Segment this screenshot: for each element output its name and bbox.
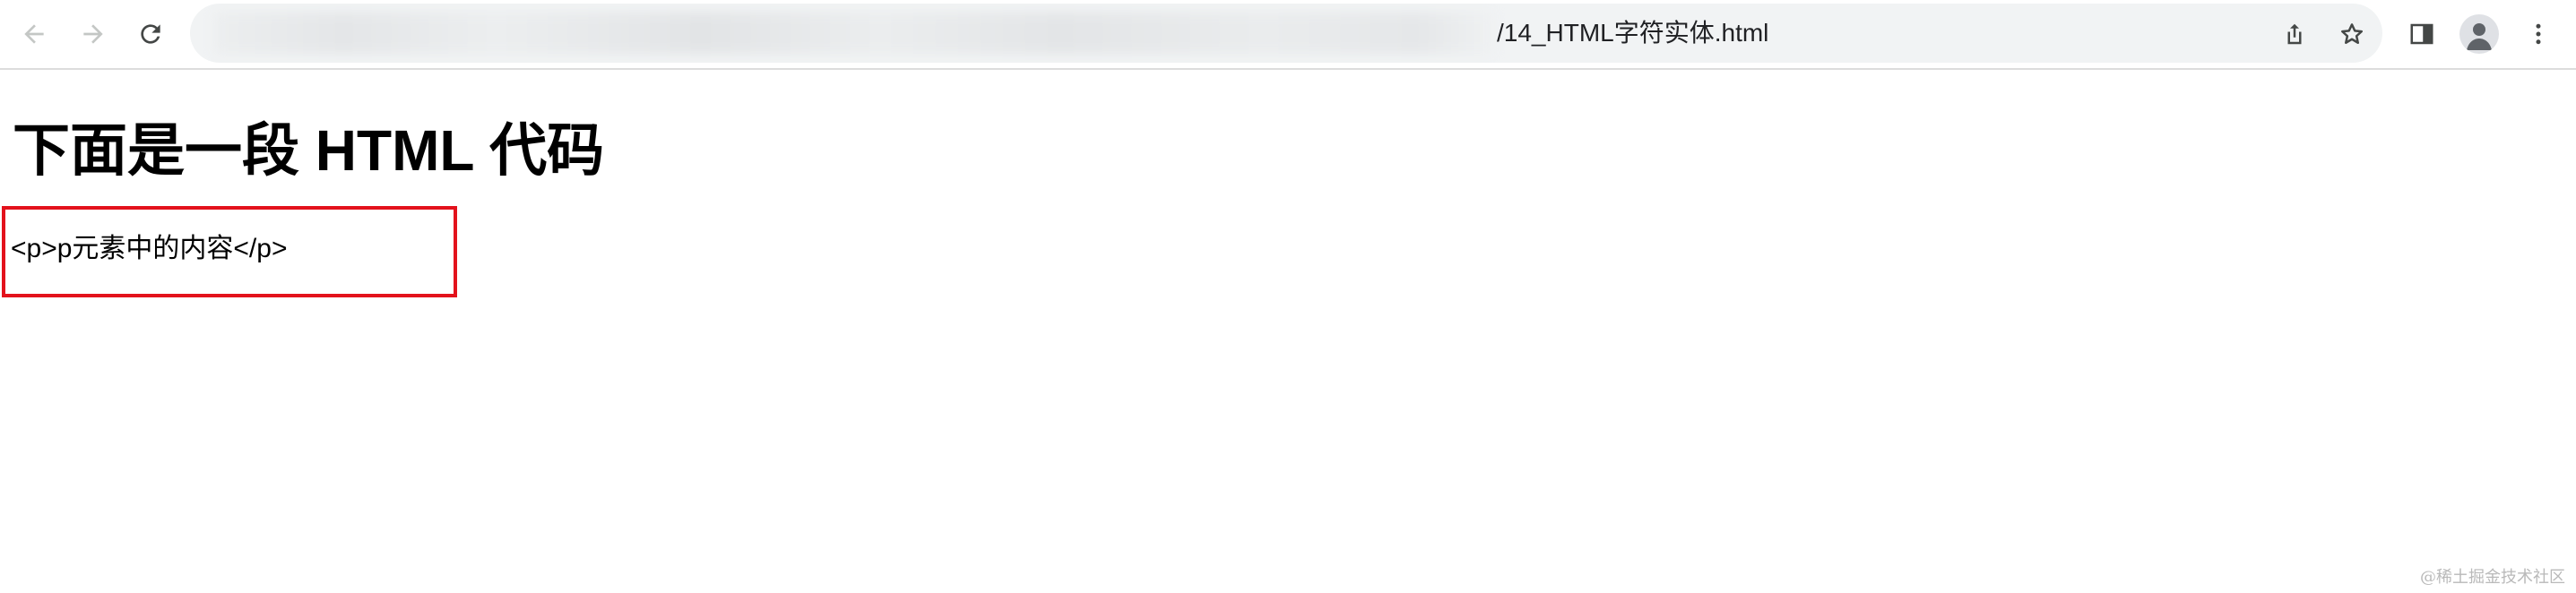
watermark: @稀土掘金技术社区 [2420,568,2565,587]
page-content: 下面是一段 HTML 代码 <p>p元素中的内容</p> @稀土掘金技术社区 [0,70,2576,593]
address-bar[interactable]: /14_HTML字符实体.html [190,4,2382,63]
kebab-menu-icon [2536,23,2541,45]
reload-icon [141,24,160,44]
forward-button[interactable] [72,13,115,56]
share-button[interactable] [2278,18,2311,50]
browser-toolbar: /14_HTML字符实体.html [0,0,2576,70]
bookmark-button[interactable] [2336,18,2368,50]
back-arrow-icon [24,24,44,44]
blurred-url-prefix [215,13,1493,54]
profile-button[interactable] [2459,14,2499,54]
forward-arrow-icon [83,24,103,44]
bookmark-star-icon [2341,23,2363,44]
reload-button[interactable] [129,13,172,56]
back-button[interactable] [13,13,56,56]
side-panel-icon [2410,23,2433,45]
side-panel-button[interactable] [2402,14,2442,54]
profile-avatar-icon [2467,23,2492,50]
browser-menu-button[interactable] [2519,14,2558,54]
escaped-code-paragraph: <p>p元素中的内容</p> [11,234,288,263]
url-text: /14_HTML字符实体.html [1497,19,1769,47]
page-heading: 下面是一段 HTML 代码 [13,118,605,183]
share-icon [2287,23,2302,45]
